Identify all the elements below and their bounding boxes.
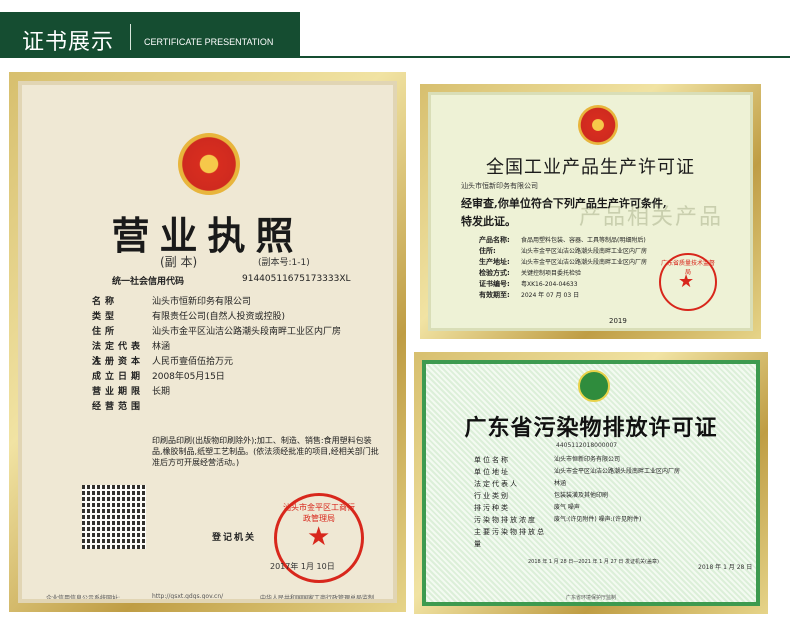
section-title: 证书展示 [22, 30, 115, 55]
header-underline [300, 56, 790, 58]
footer-right: 中华人民共和国国家工商行政管理总局监制 [260, 595, 375, 602]
discharge-permit-title: 广东省污染物排放许可证 [464, 416, 718, 441]
star-icon: ★ [678, 271, 695, 292]
business-license-frame: 营业执照 (副 本) (副本号:1-1) 统一社会信用代码 9144051167… [9, 72, 406, 612]
production-license-frame: 全国工业产品生产许可证 汕头市恒新印务有限公司 产品相关产品 经审查,你单位符合… [420, 84, 761, 339]
issue-date: 2018 年 1 月 28 日 [698, 564, 753, 571]
permit-footer: 广东省环境保护厅监制 [565, 595, 616, 601]
field-row: 经营范围 [92, 402, 145, 412]
business-license: 营业执照 (副 本) (副本号:1-1) 统一社会信用代码 9144051167… [18, 81, 397, 603]
production-license-title: 全国工业产品生产许可证 [486, 157, 695, 178]
field-row: 单位名称 汕头市恒新印务有限公司 [474, 456, 621, 464]
field-row: 主要污染物排放总量 [474, 528, 546, 548]
footer-url: http://gsxt.gdgs.gov.cn/ [152, 593, 224, 600]
permit-fields: 单位名称 汕头市恒新印务有限公司 单位地址 汕头市金平区汕洁公路潮头段南畔工业区内厂… [474, 454, 744, 548]
discharge-permit: 广东省污染物排放许可证 4405112018000007 单位名称 汕头市恒新印务… [422, 360, 760, 606]
copy-label: (副 本) [160, 255, 198, 269]
copy-serial: (副本号:1-1) [258, 258, 310, 268]
field-row: 成立日期 2008年05月15日 [92, 372, 225, 382]
business-scope: 印刷品印刷(出版物印刷除外);加工、制造、销售:食用塑料包装品,橡胶制品,纸塑工… [152, 436, 379, 467]
field-row: 单位地址 汕头市金平区汕洁公路潮头段南畔工业区内厂房 [474, 468, 681, 476]
validity-period: 2018 年 1 月 28 日—2021 年 1 月 27 日 发证机关(盖章) [528, 559, 659, 565]
issue-date: 2017年 1月 10日 [270, 562, 335, 571]
license-fields: 名称 汕头市恒新印务有限公司 类型 有限责任公司(自然人投资或控股) 住所 汕头市金平… [92, 295, 392, 415]
national-emblem-icon [578, 105, 618, 145]
footer-left: 企业信用信息公示系统网址: [46, 595, 121, 602]
permit-code: 4405112018000007 [556, 442, 618, 449]
field-row: 住所 汕头市金平区汕洁公路潮头段南畔工业区内厂房 [92, 327, 342, 337]
field-row: 注册资本 人民币壹佰伍拾万元 [92, 357, 234, 367]
field-row: 法定代表人 林涵 [92, 342, 171, 367]
statement-line-1: 经审查,你单位符合下列产品生产许可条件, [461, 197, 667, 210]
field-row: 行业类别 包装装潢及其他印刷 [474, 492, 609, 500]
section-header: 证书展示 CERTIFICATE PRESENTATION [0, 0, 790, 64]
official-seal-icon: 广东省质量技术监督局 ★ [659, 253, 717, 311]
star-icon: ★ [307, 522, 331, 552]
registration-authority: 登记机关 [212, 533, 257, 543]
national-emblem-icon [178, 133, 240, 195]
field-row: 法定代表人 林涵 [474, 480, 567, 488]
license-title: 营业执照 [111, 213, 304, 258]
seal-text: 汕头市金平区工商行政管理局 [283, 503, 355, 523]
header-divider [130, 24, 131, 50]
field-row: 类型 有限责任公司(自然人投资或控股) [92, 312, 286, 322]
field-row: 排污种类 废气 噪声 [474, 504, 580, 512]
environment-logo-icon [578, 370, 610, 402]
statement-line-2: 特发此证。 [461, 215, 516, 228]
field-row: 产品名称: 食品用塑料包装、容器、工具等制品(明细附后) [479, 236, 646, 244]
field-row: 营业期限 长期 [92, 387, 171, 397]
field-row: 污染物排放浓度 废气:(许见附件) 噪声:(许见附件) [474, 516, 642, 524]
credit-code: 91440511675173333XL [242, 274, 351, 284]
discharge-permit-frame: 广东省污染物排放许可证 4405112018000007 单位名称 汕头市恒新印务… [414, 352, 768, 614]
issue-year: 2019 [609, 317, 627, 325]
credit-code-label: 统一社会信用代码 [112, 277, 185, 287]
qr-code-icon [82, 485, 146, 549]
company-name: 汕头市恒新印务有限公司 [461, 182, 538, 190]
section-subtitle: CERTIFICATE PRESENTATION [144, 37, 274, 47]
production-license: 全国工业产品生产许可证 汕头市恒新印务有限公司 产品相关产品 经审查,你单位符合… [428, 92, 753, 331]
field-row: 名称 汕头市恒新印务有限公司 [92, 297, 252, 307]
